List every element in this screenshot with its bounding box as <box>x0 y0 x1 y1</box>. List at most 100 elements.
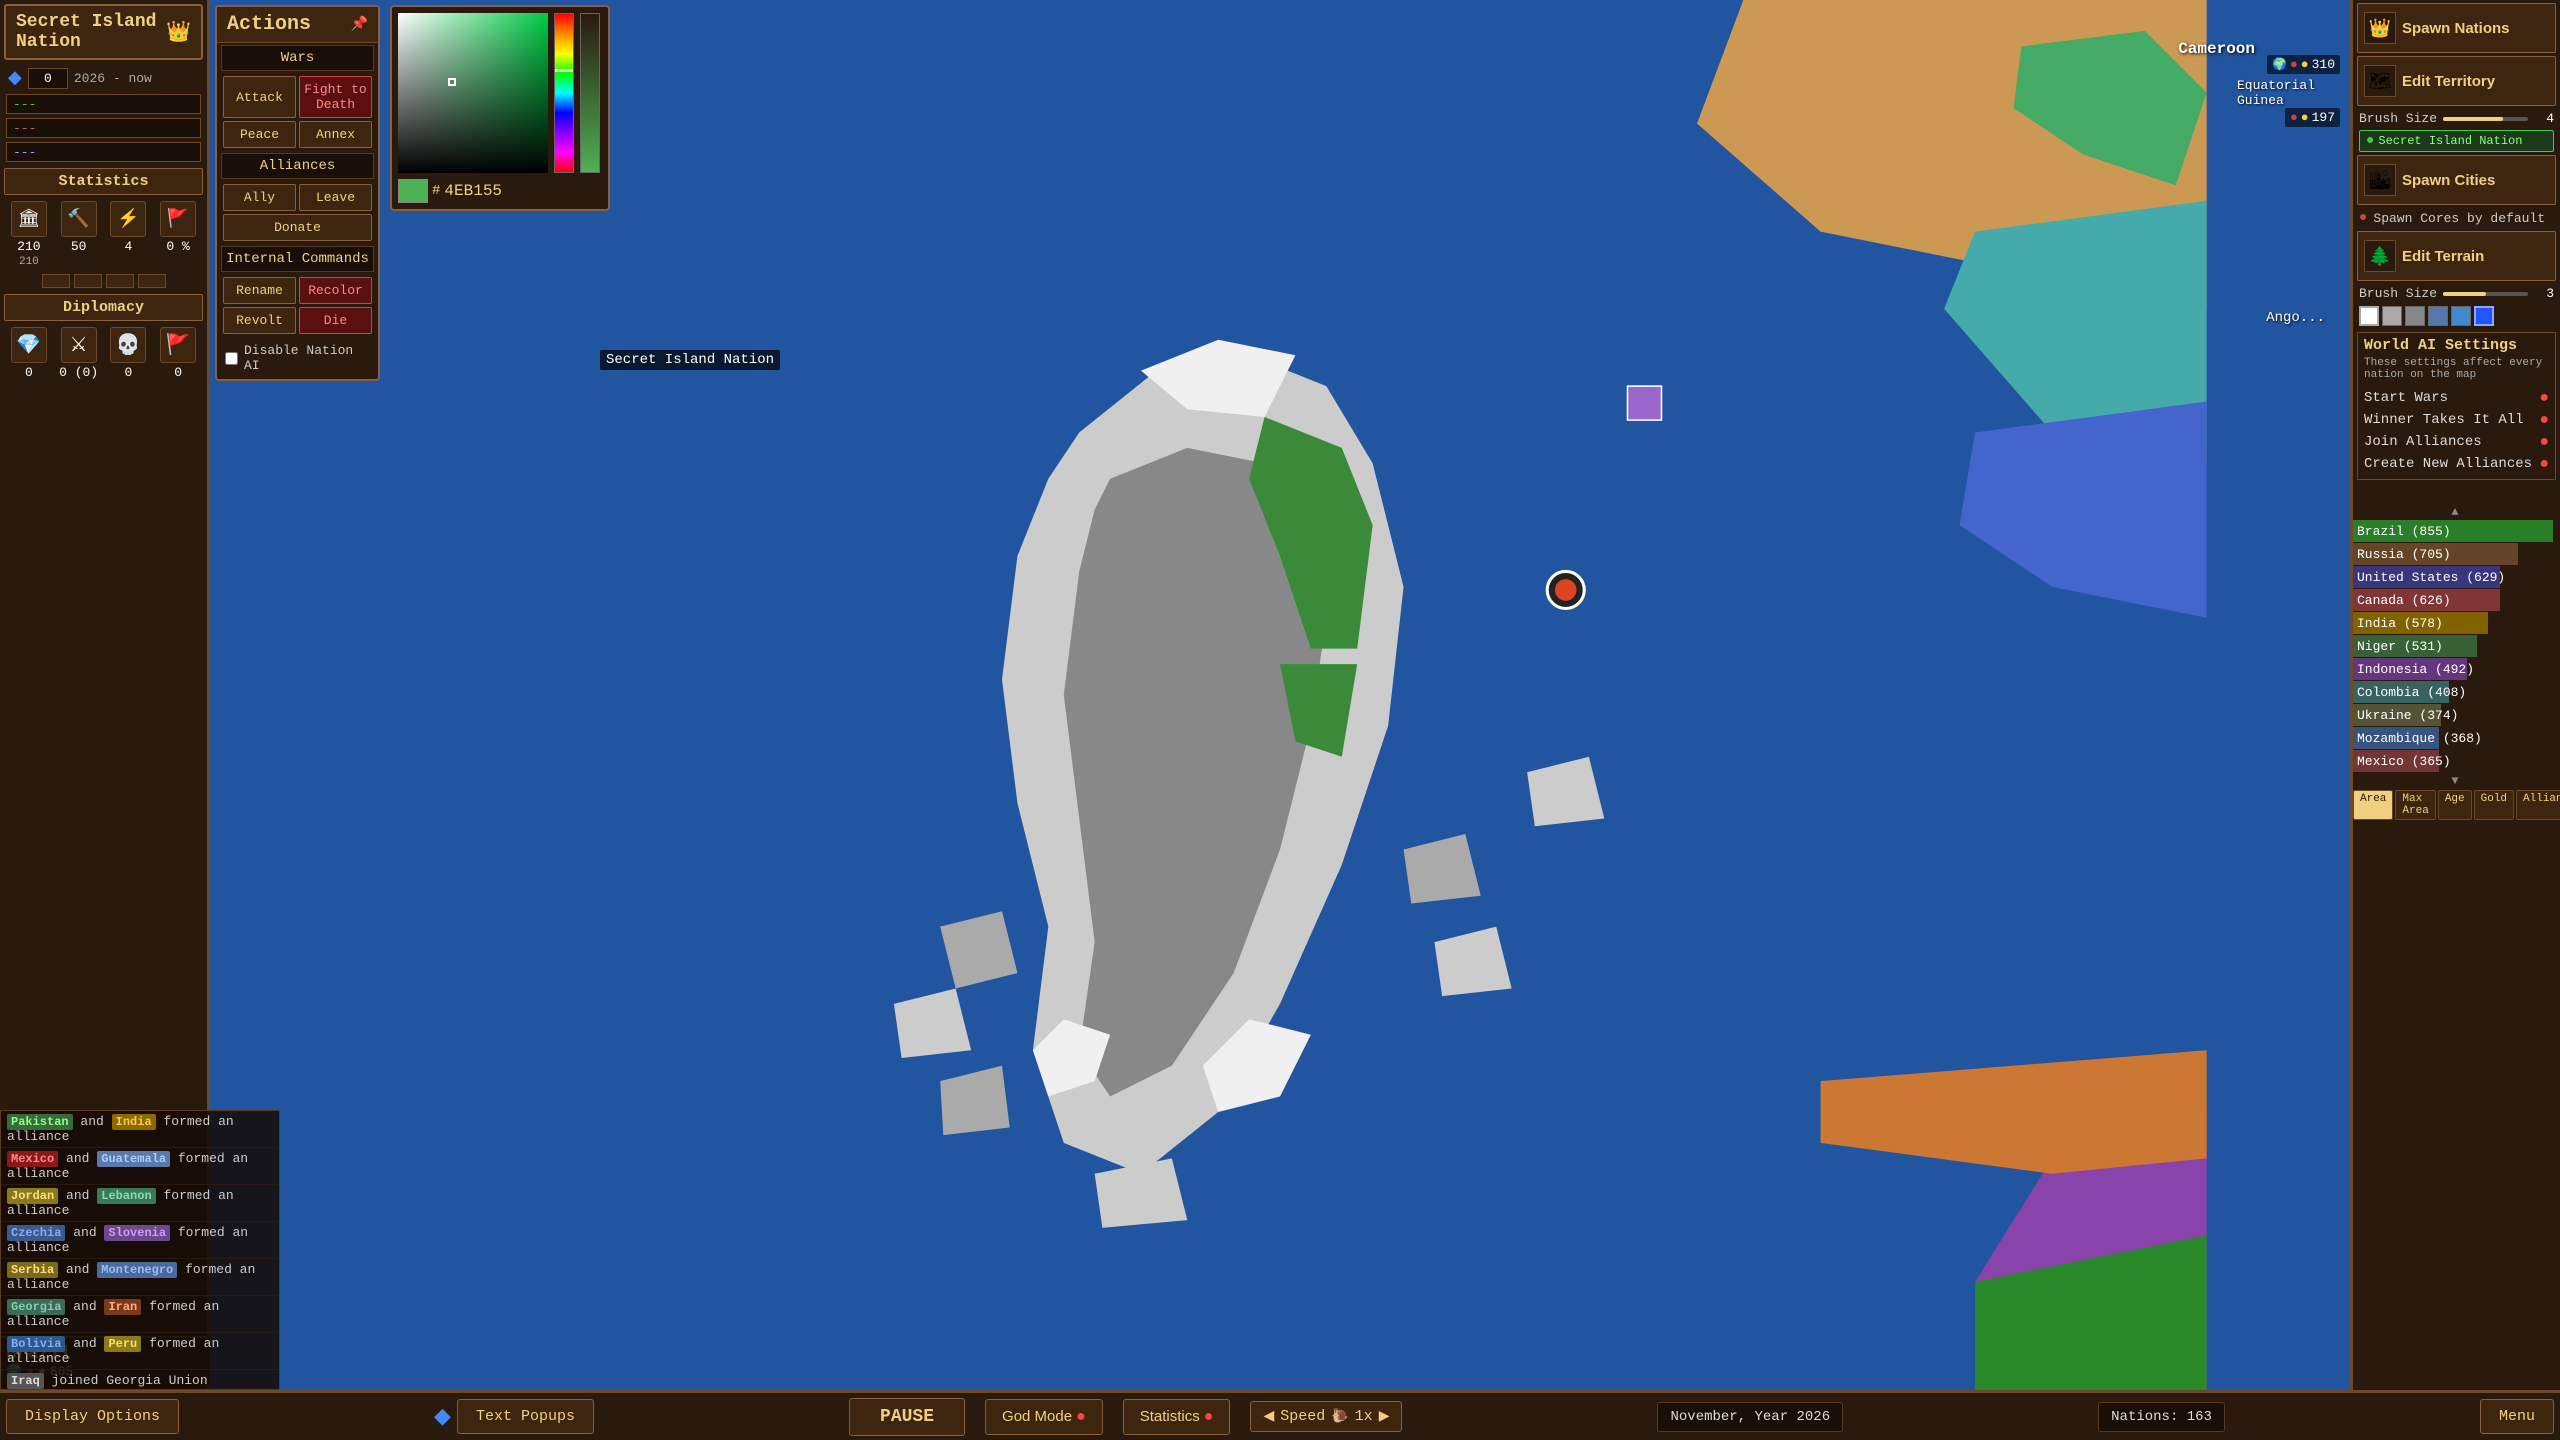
blue-resource-bar: --- <box>6 142 201 162</box>
terrain-blue3[interactable] <box>2474 306 2494 326</box>
edit-terrain-button[interactable]: 🌲 Edit Terrain <box>2357 231 2556 281</box>
join-alliances-toggle[interactable]: ● <box>2539 433 2549 451</box>
lb-scroll-up[interactable]: ▲ <box>2350 505 2560 519</box>
leave-button[interactable]: Leave <box>299 184 372 211</box>
internal-section-title: Internal Commands <box>221 246 374 272</box>
god-mode-button[interactable]: God Mode ● <box>985 1399 1103 1435</box>
revolt-button[interactable]: Revolt <box>223 307 296 334</box>
speed-label: Speed <box>1280 1408 1325 1425</box>
speed-right-icon: ▶ <box>1379 1408 1390 1425</box>
actions-panel: Actions 📌 Wars Attack Fight to Death Pea… <box>215 5 380 381</box>
peace-button[interactable]: Peace <box>223 121 296 148</box>
time-display: 2026 - now <box>74 71 152 86</box>
terrain-blue2[interactable] <box>2451 306 2471 326</box>
opacity-slider[interactable] <box>580 13 600 173</box>
display-options-button[interactable]: Display Options <box>6 1399 179 1434</box>
lb-tab-max-area[interactable]: Max Area <box>2395 790 2435 820</box>
lb-scroll-down[interactable]: ▼ <box>2350 774 2560 788</box>
lb-row-ukraine[interactable]: Ukraine (374) <box>2353 704 2557 726</box>
color-gradient-dark <box>398 13 548 173</box>
buildings-icon: 🏛 <box>11 201 47 237</box>
create-alliances-toggle[interactable]: ● <box>2539 455 2549 473</box>
lb-us-text: United States (629) <box>2353 570 2509 585</box>
lb-row-brazil[interactable]: Brazil (855) <box>2353 520 2557 542</box>
lb-row-us[interactable]: United States (629) <box>2353 566 2557 588</box>
nation-header[interactable]: Secret Island Nation 👑 <box>4 4 203 60</box>
dip-item-skull: 💀 0 <box>106 327 152 380</box>
fight-to-death-button[interactable]: Fight to Death <box>299 76 372 118</box>
lb-row-niger[interactable]: Niger (531) <box>2353 635 2557 657</box>
color-picker-panel[interactable]: # 4EB155 <box>390 5 610 211</box>
industry-icon: 🔨 <box>61 201 97 237</box>
brush-size-slider-territory[interactable] <box>2443 117 2528 121</box>
terrain-white[interactable] <box>2359 306 2379 326</box>
attack-button[interactable]: Attack <box>223 76 296 118</box>
nation-tag: ● Secret Island Nation <box>2359 130 2554 152</box>
edit-territory-label: Edit Territory <box>2402 73 2495 90</box>
dip-item-sword: ⚔ 0 (0) <box>56 327 102 380</box>
lb-russia-text: Russia (705) <box>2353 547 2455 562</box>
lb-row-mozambique[interactable]: Mozambique (368) <box>2353 727 2557 749</box>
map-nation-label: Secret Island Nation <box>600 350 780 370</box>
crown-icon: 👑 <box>166 19 191 45</box>
annex-button[interactable]: Annex <box>299 121 372 148</box>
color-gradient-area[interactable] <box>398 13 548 173</box>
winner-takes-toggle[interactable]: ● <box>2539 411 2549 429</box>
lb-tab-age[interactable]: Age <box>2438 790 2472 820</box>
color-picker-main <box>398 13 602 173</box>
donate-button[interactable]: Donate <box>223 214 372 241</box>
menu-button[interactable]: Menu <box>2480 1399 2554 1434</box>
lb-row-indonesia[interactable]: Indonesia (492) <box>2353 658 2557 680</box>
lb-tab-alliances[interactable]: Alliances <box>2516 790 2560 820</box>
speed-icon: 🐌 <box>1331 1408 1348 1425</box>
spawn-cores-row: ● Spawn Cores by default <box>2353 208 2560 228</box>
spawn-cities-button[interactable]: 🏙 Spawn Cities <box>2357 155 2556 205</box>
statistics-dot: ● <box>1204 1408 1214 1426</box>
spawn-nations-button[interactable]: 👑 Spawn Nations <box>2357 3 2556 53</box>
pause-button[interactable]: PAUSE <box>849 1398 965 1436</box>
lb-tabs: Area Max Area Age Gold Alliances <box>2350 788 2560 822</box>
diplomacy-section-title: Diplomacy <box>4 294 203 321</box>
statistics-button[interactable]: Statistics ● <box>1123 1399 1231 1435</box>
lb-tab-gold[interactable]: Gold <box>2474 790 2514 820</box>
god-mode-dot: ● <box>1076 1408 1086 1426</box>
lb-row-canada[interactable]: Canada (626) <box>2353 589 2557 611</box>
ally-button[interactable]: Ally <box>223 184 296 211</box>
lb-india-text: India (578) <box>2353 616 2447 631</box>
join-alliances-label: Join Alliances <box>2364 434 2482 450</box>
lb-row-russia[interactable]: Russia (705) <box>2353 543 2557 565</box>
edit-territory-button[interactable]: 🗺 Edit Territory <box>2357 56 2556 106</box>
terrain-gray1[interactable] <box>2382 306 2402 326</box>
hue-slider[interactable] <box>554 13 574 173</box>
text-popups-button[interactable]: Text Popups <box>457 1399 594 1434</box>
color-cursor[interactable] <box>448 78 456 86</box>
event-iraq-tag: Iraq <box>7 1373 44 1389</box>
lb-row-mexico[interactable]: Mexico (365) <box>2353 750 2557 772</box>
lb-row-colombia[interactable]: Colombia (408) <box>2353 681 2557 703</box>
hue-indicator <box>555 69 573 72</box>
lb-row-india[interactable]: India (578) <box>2353 612 2557 634</box>
create-alliances-label: Create New Alliances <box>2364 456 2532 472</box>
flag2-icon: 🚩 <box>160 327 196 363</box>
event-iraq: Iraq joined Georgia Union <box>1 1370 279 1390</box>
eq-guinea-label: Equatorial Guinea <box>2237 78 2315 108</box>
start-wars-toggle[interactable]: ● <box>2539 389 2549 407</box>
disable-ai-label: Disable Nation AI <box>244 343 370 373</box>
disable-ai-checkbox[interactable] <box>225 352 238 365</box>
speed-control[interactable]: ◀ Speed 🐌 1x ▶ <box>1250 1401 1402 1432</box>
speed-value: 1x <box>1355 1408 1373 1425</box>
pop-stat: 0 <box>28 68 68 89</box>
statistics-section-title: Statistics <box>4 168 203 195</box>
disable-ai-row: Disable Nation AI <box>217 337 378 379</box>
recolor-button[interactable]: Recolor <box>299 277 372 304</box>
die-button[interactable]: Die <box>299 307 372 334</box>
time-pop-row: ◆ 0 2026 - now <box>0 64 207 92</box>
brush-size-slider-terrain[interactable] <box>2443 292 2528 296</box>
lb-tab-area[interactable]: Area <box>2353 790 2393 820</box>
event-georgia: Georgia and Iran formed an alliance <box>1 1296 279 1333</box>
terrain-gray2[interactable] <box>2405 306 2425 326</box>
event-pakistan-tag: Pakistan <box>7 1114 73 1130</box>
rename-button[interactable]: Rename <box>223 277 296 304</box>
lb-niger-text: Niger (531) <box>2353 639 2447 654</box>
terrain-blue1[interactable] <box>2428 306 2448 326</box>
